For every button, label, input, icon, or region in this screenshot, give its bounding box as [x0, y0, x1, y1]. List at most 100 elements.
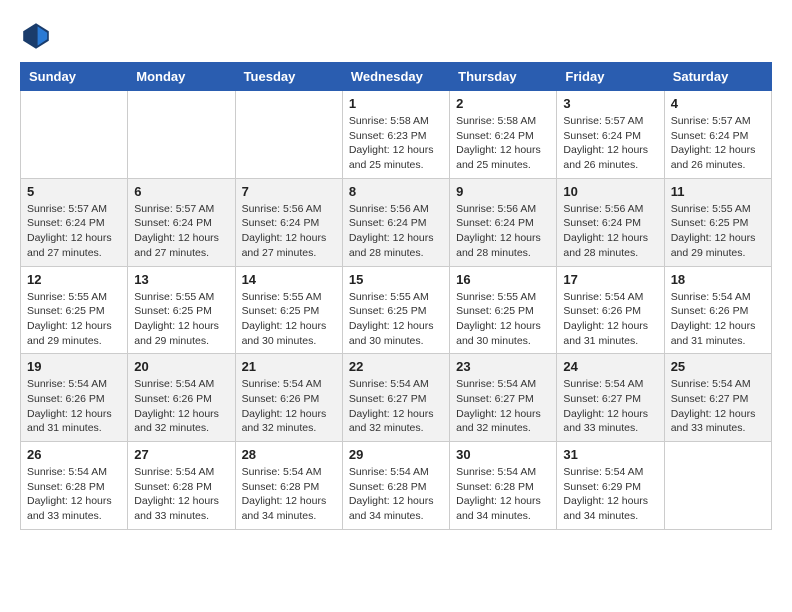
- calendar-day-2: 2 Sunrise: 5:58 AM Sunset: 6:24 PM Daylig…: [450, 91, 557, 179]
- calendar-week-row: 1 Sunrise: 5:58 AM Sunset: 6:23 PM Daylig…: [21, 91, 772, 179]
- day-info: Sunrise: 5:57 AM Sunset: 6:24 PM Dayligh…: [671, 114, 765, 173]
- calendar-day-28: 28Sunrise: 5:54 AM Sunset: 6:28 PM Dayli…: [235, 442, 342, 530]
- day-info: Sunrise: 5:56 AM Sunset: 6:24 PM Dayligh…: [349, 202, 443, 261]
- day-number: 6: [134, 184, 228, 199]
- day-number: 7: [242, 184, 336, 199]
- weekday-header-tuesday: Tuesday: [235, 63, 342, 91]
- day-number: 24: [563, 359, 657, 374]
- day-info: Sunrise: 5:54 AM Sunset: 6:27 PM Dayligh…: [456, 377, 550, 436]
- calendar-day-4: 4 Sunrise: 5:57 AM Sunset: 6:24 PM Daylig…: [664, 91, 771, 179]
- day-number: 8: [349, 184, 443, 199]
- day-info: Sunrise: 5:58 AM Sunset: 6:23 PM Dayligh…: [349, 114, 443, 173]
- calendar-day-3: 3Sunrise: 5:57 AM Sunset: 6:24 PM Daylig…: [557, 91, 664, 179]
- calendar-day-24: 24 Sunrise: 5:54 AM Sunset: 6:27 PM Dayli…: [557, 354, 664, 442]
- calendar-day-30: 30 Sunrise: 5:54 AM Sunset: 6:28 PM Dayli…: [450, 442, 557, 530]
- weekday-header-sunday: Sunday: [21, 63, 128, 91]
- day-number: 27: [134, 447, 228, 462]
- day-info: Sunrise: 5:55 AM Sunset: 6:25 PM Dayligh…: [242, 290, 336, 349]
- day-info: Sunrise: 5:58 AM Sunset: 6:24 PM Dayligh…: [456, 114, 550, 173]
- day-number: 16: [456, 272, 550, 287]
- weekday-header-monday: Monday: [128, 63, 235, 91]
- day-number: 4: [671, 96, 765, 111]
- day-info: Sunrise: 5:54 AM Sunset: 6:27 PM Dayligh…: [349, 377, 443, 436]
- day-info: Sunrise: 5:54 AM Sunset: 6:28 PM Dayligh…: [456, 465, 550, 524]
- calendar-day-5: 5 Sunrise: 5:57 AM Sunset: 6:24 PM Daylig…: [21, 178, 128, 266]
- day-number: 25: [671, 359, 765, 374]
- day-number: 11: [671, 184, 765, 199]
- day-number: 2: [456, 96, 550, 111]
- day-info: Sunrise: 5:57 AM Sunset: 6:24 PM Dayligh…: [134, 202, 228, 261]
- calendar-day-15: 15 Sunrise: 5:55 AM Sunset: 6:25 PM Dayli…: [342, 266, 449, 354]
- day-info: Sunrise: 5:54 AM Sunset: 6:29 PM Dayligh…: [563, 465, 657, 524]
- calendar-day-22: 22 Sunrise: 5:54 AM Sunset: 6:27 PM Dayli…: [342, 354, 449, 442]
- day-number: 10: [563, 184, 657, 199]
- calendar-day-27: 27 Sunrise: 5:54 AM Sunset: 6:28 PM Dayli…: [128, 442, 235, 530]
- day-number: 14: [242, 272, 336, 287]
- day-number: 3: [563, 96, 657, 111]
- calendar-day-21: 21 Sunrise: 5:54 AM Sunset: 6:26 PM Dayli…: [235, 354, 342, 442]
- day-info: Sunrise: 5:54 AM Sunset: 6:28 PM Dayligh…: [134, 465, 228, 524]
- calendar-day-10: 10 Sunrise: 5:56 AM Sunset: 6:24 PM Dayli…: [557, 178, 664, 266]
- day-info: Sunrise: 5:54 AM Sunset: 6:27 PM Dayligh…: [671, 377, 765, 436]
- day-info: Sunrise: 5:54 AM Sunset: 6:28 PM Dayligh…: [349, 465, 443, 524]
- logo-icon: [20, 20, 52, 52]
- calendar-day-1: 1 Sunrise: 5:58 AM Sunset: 6:23 PM Daylig…: [342, 91, 449, 179]
- day-info: Sunrise: 5:54 AM Sunset: 6:26 PM Dayligh…: [134, 377, 228, 436]
- day-number: 21: [242, 359, 336, 374]
- day-number: 5: [27, 184, 121, 199]
- calendar-day-9: 9 Sunrise: 5:56 AM Sunset: 6:24 PM Daylig…: [450, 178, 557, 266]
- day-number: 13: [134, 272, 228, 287]
- day-number: 29: [349, 447, 443, 462]
- page-header: [20, 20, 772, 52]
- day-number: 9: [456, 184, 550, 199]
- day-info: Sunrise: 5:55 AM Sunset: 6:25 PM Dayligh…: [456, 290, 550, 349]
- calendar-table: SundayMondayTuesdayWednesdayThursdayFrid…: [20, 62, 772, 530]
- weekday-header-friday: Friday: [557, 63, 664, 91]
- calendar-day-6: 6 Sunrise: 5:57 AM Sunset: 6:24 PM Daylig…: [128, 178, 235, 266]
- calendar-empty-cell: [235, 91, 342, 179]
- weekday-header-wednesday: Wednesday: [342, 63, 449, 91]
- calendar-day-26: 26 Sunrise: 5:54 AM Sunset: 6:28 PM Dayli…: [21, 442, 128, 530]
- day-info: Sunrise: 5:54 AM Sunset: 6:26 PM Dayligh…: [27, 377, 121, 436]
- weekday-header-row: SundayMondayTuesdayWednesdayThursdayFrid…: [21, 63, 772, 91]
- calendar-day-8: 8 Sunrise: 5:56 AM Sunset: 6:24 PM Daylig…: [342, 178, 449, 266]
- calendar-week-row: 26 Sunrise: 5:54 AM Sunset: 6:28 PM Dayli…: [21, 442, 772, 530]
- day-number: 26: [27, 447, 121, 462]
- day-info: Sunrise: 5:56 AM Sunset: 6:24 PM Dayligh…: [456, 202, 550, 261]
- day-number: 20: [134, 359, 228, 374]
- day-info: Sunrise: 5:54 AM Sunset: 6:26 PM Dayligh…: [242, 377, 336, 436]
- calendar-day-11: 11 Sunrise: 5:55 AM Sunset: 6:25 PM Dayli…: [664, 178, 771, 266]
- day-info: Sunrise: 5:54 AM Sunset: 6:26 PM Dayligh…: [671, 290, 765, 349]
- day-number: 18: [671, 272, 765, 287]
- day-info: Sunrise: 5:55 AM Sunset: 6:25 PM Dayligh…: [349, 290, 443, 349]
- weekday-header-saturday: Saturday: [664, 63, 771, 91]
- day-info: Sunrise: 5:55 AM Sunset: 6:25 PM Dayligh…: [27, 290, 121, 349]
- day-number: 22: [349, 359, 443, 374]
- calendar-day-12: 12Sunrise: 5:55 AM Sunset: 6:25 PM Dayli…: [21, 266, 128, 354]
- calendar-day-7: 7 Sunrise: 5:56 AM Sunset: 6:24 PM Daylig…: [235, 178, 342, 266]
- day-info: Sunrise: 5:56 AM Sunset: 6:24 PM Dayligh…: [563, 202, 657, 261]
- day-number: 1: [349, 96, 443, 111]
- calendar-day-19: 19 Sunrise: 5:54 AM Sunset: 6:26 PM Dayli…: [21, 354, 128, 442]
- day-number: 19: [27, 359, 121, 374]
- calendar-day-17: 17 Sunrise: 5:54 AM Sunset: 6:26 PM Dayli…: [557, 266, 664, 354]
- calendar-day-14: 14 Sunrise: 5:55 AM Sunset: 6:25 PM Dayli…: [235, 266, 342, 354]
- day-number: 17: [563, 272, 657, 287]
- logo: [20, 20, 56, 52]
- day-number: 23: [456, 359, 550, 374]
- day-info: Sunrise: 5:54 AM Sunset: 6:27 PM Dayligh…: [563, 377, 657, 436]
- day-info: Sunrise: 5:54 AM Sunset: 6:26 PM Dayligh…: [563, 290, 657, 349]
- day-number: 15: [349, 272, 443, 287]
- day-info: Sunrise: 5:56 AM Sunset: 6:24 PM Dayligh…: [242, 202, 336, 261]
- calendar-week-row: 19 Sunrise: 5:54 AM Sunset: 6:26 PM Dayli…: [21, 354, 772, 442]
- day-info: Sunrise: 5:54 AM Sunset: 6:28 PM Dayligh…: [27, 465, 121, 524]
- calendar-day-18: 18 Sunrise: 5:54 AM Sunset: 6:26 PM Dayli…: [664, 266, 771, 354]
- day-number: 28: [242, 447, 336, 462]
- day-info: Sunrise: 5:55 AM Sunset: 6:25 PM Dayligh…: [671, 202, 765, 261]
- calendar-week-row: 12Sunrise: 5:55 AM Sunset: 6:25 PM Dayli…: [21, 266, 772, 354]
- day-number: 30: [456, 447, 550, 462]
- day-info: Sunrise: 5:55 AM Sunset: 6:25 PM Dayligh…: [134, 290, 228, 349]
- calendar-day-20: 20 Sunrise: 5:54 AM Sunset: 6:26 PM Dayli…: [128, 354, 235, 442]
- calendar-day-23: 23 Sunrise: 5:54 AM Sunset: 6:27 PM Dayli…: [450, 354, 557, 442]
- day-info: Sunrise: 5:57 AM Sunset: 6:24 PM Dayligh…: [27, 202, 121, 261]
